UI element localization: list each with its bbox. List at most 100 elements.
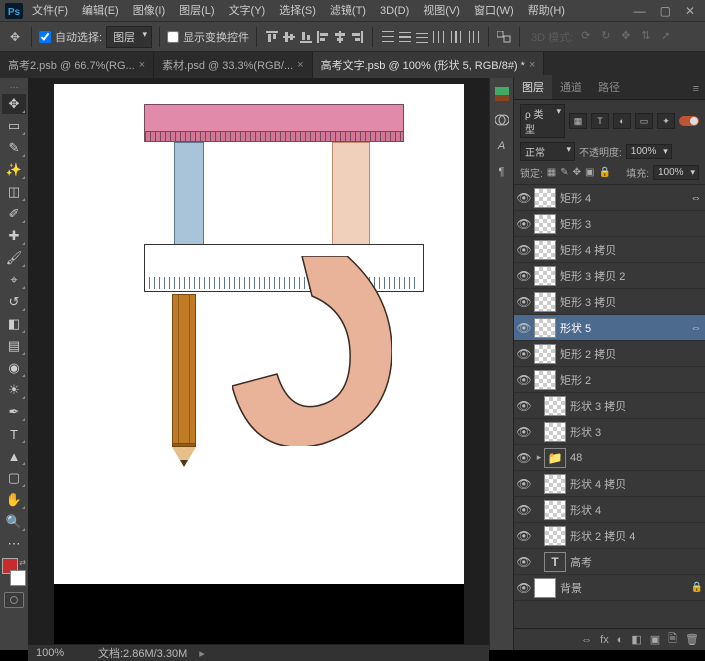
mode3d-zoom-icon[interactable]: ➚ [661,29,677,45]
distribute-vcenter-icon[interactable] [397,29,413,45]
lock-icon[interactable]: 🔒 [689,582,705,593]
layer-filter-kind[interactable]: ρ 类型 [520,104,565,138]
distribute-hcenter-icon[interactable] [448,29,464,45]
eyedropper-tool-icon[interactable]: ✐ [2,204,26,224]
layer-thumb[interactable] [534,370,556,390]
align-hcenter-icon[interactable] [332,29,348,45]
visibility-toggle-icon[interactable]: 👁 [514,425,534,439]
layer-name[interactable]: 矩形 2 拷贝 [560,346,705,362]
filter-type-icon[interactable]: ◐ [613,113,631,129]
fill-value[interactable]: 100% [653,165,699,180]
menu-help[interactable]: 帮助(H) [522,1,571,21]
distribute-top-icon[interactable] [380,29,396,45]
tab-layers[interactable]: 图层 [514,75,552,99]
palette-collapse-icon[interactable]: ⋯ [3,82,25,92]
link-layers-icon[interactable]: ⇔ [581,634,592,646]
new-layer-icon[interactable]: 🗎 [668,630,677,649]
menu-filter[interactable]: 滤镜(T) [324,1,372,21]
visibility-toggle-icon[interactable]: 👁 [514,217,534,231]
layer-name[interactable]: 形状 5 [560,320,687,336]
menu-select[interactable]: 选择(S) [273,1,322,21]
layer-row[interactable]: 👁矩形 3 [514,211,705,237]
layer-name[interactable]: 矩形 2 [560,372,705,388]
quick-mask-icon[interactable] [4,592,24,608]
layer-row[interactable]: 👁矩形 3 拷贝 2 [514,263,705,289]
layer-thumb[interactable] [544,396,566,416]
mode3d-pan-icon[interactable]: ✥ [621,29,637,45]
brush-tool-icon[interactable]: 🖌 [2,248,26,268]
layer-fx-icon[interactable]: fx [600,634,609,646]
zoom-value[interactable]: 100% [36,647,86,659]
layer-thumb[interactable] [534,266,556,286]
visibility-toggle-icon[interactable]: 👁 [514,581,534,595]
menu-view[interactable]: 视图(V) [417,1,466,21]
layers-list[interactable]: 👁矩形 4⇔👁矩形 3👁矩形 4 拷贝👁矩形 3 拷贝 2👁矩形 3 拷贝👁形状… [514,185,705,628]
layer-row[interactable]: 👁▸48 [514,445,705,471]
document-tab[interactable]: 高考2.psb @ 66.7%(RG... × [0,52,154,78]
visibility-toggle-icon[interactable]: 👁 [514,295,534,309]
visibility-toggle-icon[interactable]: 👁 [514,373,534,387]
expand-arrow-icon[interactable]: ▸ [534,452,544,463]
menu-3d[interactable]: 3D(D) [374,1,415,21]
history-brush-tool-icon[interactable]: ↺ [2,292,26,312]
layer-thumb[interactable]: T [544,552,566,572]
color-swatches[interactable]: ⇄ [2,558,26,586]
visibility-toggle-icon[interactable]: 👁 [514,399,534,413]
path-select-tool-icon[interactable]: ▲ [2,446,26,466]
eraser-tool-icon[interactable]: ◧ [2,314,26,334]
doc-info[interactable]: 文档:2.86M/3.30M [98,645,187,661]
filter-adjust-icon[interactable]: T [591,113,609,129]
layer-thumb[interactable] [534,344,556,364]
lock-pixels-icon[interactable]: ▦ [547,167,556,178]
layer-row[interactable]: 👁形状 3 [514,419,705,445]
layer-row[interactable]: 👁 形状 3 拷贝 [514,393,705,419]
layer-thumb[interactable] [544,422,566,442]
visibility-toggle-icon[interactable]: 👁 [514,451,534,465]
marquee-tool-icon[interactable]: ▭ [2,116,26,136]
layer-row[interactable]: 👁 矩形 2 [514,367,705,393]
panel-menu-icon[interactable]: ≡ [687,79,705,99]
layer-thumb[interactable] [534,240,556,260]
canvas-viewport[interactable] [28,78,489,644]
menu-edit[interactable]: 编辑(E) [76,1,125,21]
clone-stamp-tool-icon[interactable]: ⌖ [2,270,26,290]
align-vcenter-icon[interactable] [281,29,297,45]
hand-tool-icon[interactable]: ✋ [2,490,26,510]
window-close-icon[interactable]: ✕ [685,4,695,18]
window-maximize-icon[interactable]: ▢ [660,4,671,18]
layer-name[interactable]: 矩形 3 拷贝 2 [560,268,705,284]
lock-move-icon[interactable]: ✥ [573,167,581,178]
layer-name[interactable]: 高考 [570,554,705,570]
layer-name[interactable]: 形状 3 拷贝 [570,398,705,414]
tab-paths[interactable]: 路径 [590,75,628,99]
auto-align-icon[interactable] [496,29,512,45]
lock-all-icon[interactable]: 🔒 [598,167,610,178]
visibility-toggle-icon[interactable]: 👁 [514,243,534,257]
shape-tool-icon[interactable]: ▢ [2,468,26,488]
opacity-value[interactable]: 100% [626,144,672,159]
swap-colors-icon[interactable]: ⇄ [19,558,26,567]
lasso-tool-icon[interactable]: ✎ [2,138,26,158]
visibility-toggle-icon[interactable]: 👁 [514,321,534,335]
visibility-toggle-icon[interactable]: 👁 [514,503,534,517]
pen-tool-icon[interactable]: ✒ [2,402,26,422]
crop-tool-icon[interactable]: ◫ [2,182,26,202]
layer-row[interactable]: 👁形状 4 [514,497,705,523]
tab-channels[interactable]: 通道 [552,75,590,99]
layer-row[interactable]: 👁T高考 [514,549,705,575]
layer-thumb[interactable] [534,292,556,312]
menu-type[interactable]: 文字(Y) [223,1,272,21]
layer-row[interactable]: 👁形状 2 拷贝 4 [514,523,705,549]
blend-mode-select[interactable]: 正常 [520,142,575,161]
visibility-toggle-icon[interactable]: 👁 [514,477,534,491]
paragraph-panel-icon[interactable]: ¶ [494,164,510,180]
doc-info-arrow-icon[interactable]: ▸ [199,647,205,660]
layer-name[interactable]: 矩形 3 拷贝 [560,294,705,310]
menu-file[interactable]: 文件(F) [26,1,74,21]
tab-close-icon[interactable]: × [139,59,145,71]
filter-toggle[interactable] [679,116,699,126]
menu-window[interactable]: 窗口(W) [468,1,520,21]
transform-controls-checkbox[interactable]: 显示变换控件 [167,29,249,45]
lock-artboard-icon[interactable]: ▣ [585,167,594,178]
edit-toolbar-icon[interactable]: ⋯ [2,534,26,554]
